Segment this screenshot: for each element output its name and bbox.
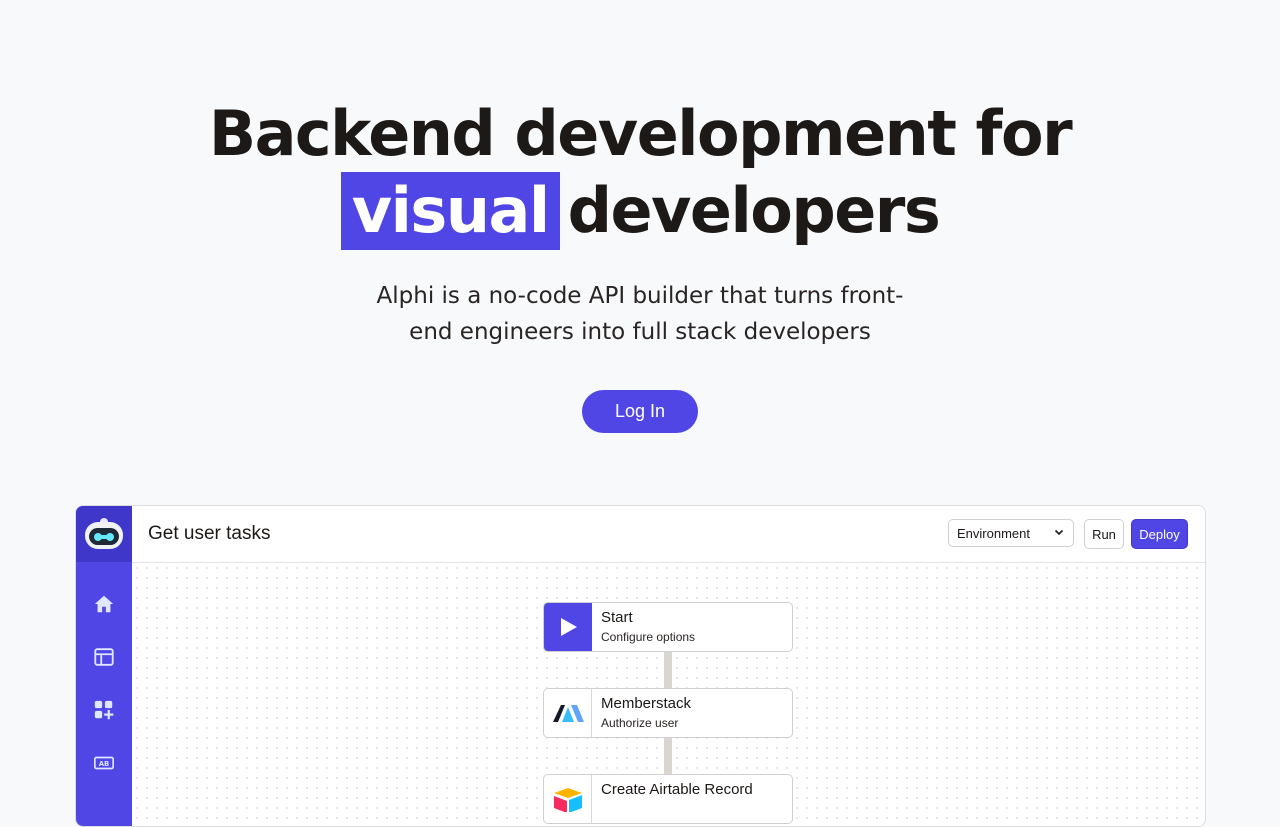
login-button[interactable]: Log In [582, 390, 698, 433]
node-connector [664, 738, 672, 775]
chevron-down-icon [1053, 526, 1065, 541]
environment-select-label: Environment [957, 525, 1030, 541]
hero-headline: Backend development for visual developers [0, 96, 1280, 250]
node-connector [664, 652, 672, 689]
headline-line-2: visual developers [0, 172, 1280, 250]
robot-logo-icon[interactable] [76, 506, 132, 562]
app-topbar: Get user tasks Environment Run Deploy [132, 506, 1205, 563]
node-title: Memberstack [601, 695, 692, 712]
memberstack-logo-icon [544, 689, 592, 737]
node-title: Create Airtable Record [601, 781, 753, 798]
sidebar: AB [76, 506, 132, 826]
hero-subtitle: Alphi is a no-code API builder that turn… [376, 283, 904, 345]
play-icon [544, 603, 592, 651]
environment-select[interactable]: Environment [948, 519, 1074, 547]
layout-icon[interactable] [92, 645, 116, 669]
workflow-canvas[interactable]: Start Configure options Memberstack Auth… [132, 563, 1205, 826]
home-icon[interactable] [92, 592, 116, 616]
workflow-node-airtable[interactable]: Create Airtable Record [543, 774, 793, 824]
run-button[interactable]: Run [1084, 519, 1124, 549]
node-subtitle: Authorize user [601, 716, 679, 730]
workflow-node-start[interactable]: Start Configure options [543, 602, 793, 652]
add-widget-icon[interactable] [92, 698, 116, 722]
deploy-button[interactable]: Deploy [1131, 519, 1188, 549]
svg-text:AB: AB [99, 760, 110, 768]
app-preview-window: AB Get user tasks Environment Run Deploy… [75, 505, 1206, 827]
text-field-icon[interactable]: AB [92, 751, 116, 775]
workflow-node-memberstack[interactable]: Memberstack Authorize user [543, 688, 793, 738]
headline-line-1: Backend development for [208, 97, 1073, 170]
node-title: Start [601, 609, 633, 626]
headline-line-2-rest: developers [567, 174, 941, 247]
airtable-logo-icon [544, 775, 592, 823]
headline-highlight: visual [340, 172, 560, 250]
node-subtitle: Configure options [601, 630, 696, 644]
page-title: Get user tasks [148, 523, 271, 544]
